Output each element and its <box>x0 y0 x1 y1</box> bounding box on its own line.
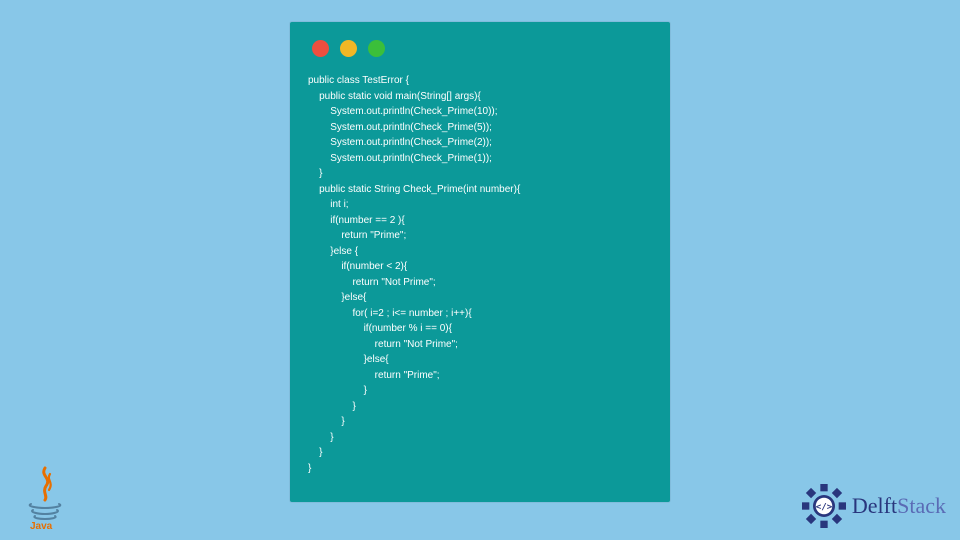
java-logo: Java <box>22 466 68 530</box>
delftstack-icon: </> <box>802 484 846 528</box>
code-window: public class TestError { public static v… <box>290 22 670 502</box>
window-controls <box>312 40 652 57</box>
delft-main: Delft <box>852 493 897 518</box>
delft-sub: Stack <box>897 493 946 518</box>
delftstack-logo: </> DelftStack <box>802 484 946 528</box>
delftstack-wordmark: DelftStack <box>852 493 946 519</box>
close-icon[interactable] <box>312 40 329 57</box>
minimize-icon[interactable] <box>340 40 357 57</box>
svg-text:</>: </> <box>816 502 833 513</box>
code-block: public class TestError { public static v… <box>308 73 652 476</box>
java-wordmark: Java <box>30 521 53 530</box>
zoom-icon[interactable] <box>368 40 385 57</box>
